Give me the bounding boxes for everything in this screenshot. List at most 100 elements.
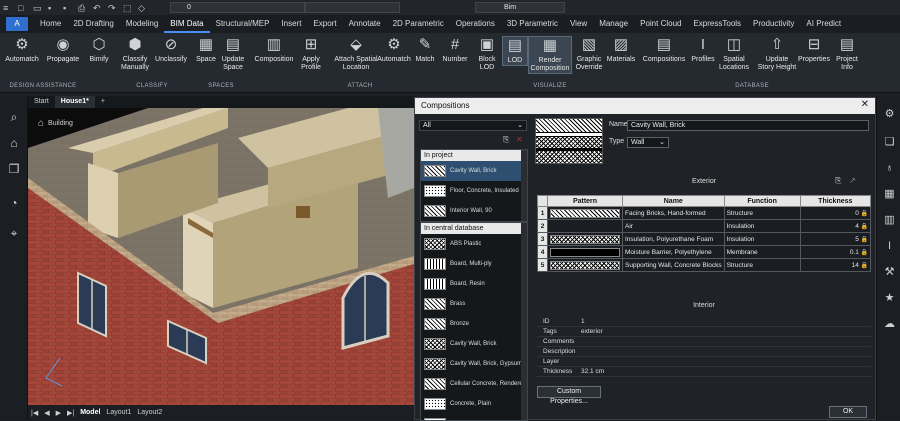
lock-icon[interactable]: 🔒 xyxy=(859,237,868,243)
doc-tab-start[interactable]: Start xyxy=(28,96,55,108)
list-item[interactable]: Cavity Wall, Brick, Gypsum xyxy=(421,354,527,374)
ribbon-button-materials[interactable]: ▨Materials xyxy=(604,36,638,64)
ribbon-button-project-info[interactable]: ▤Project Info xyxy=(832,36,862,72)
sliders-icon[interactable]: ⚙ xyxy=(883,108,896,121)
layer-dropdown[interactable]: 0 xyxy=(170,2,305,13)
undo-icon[interactable]: ↶ xyxy=(93,3,105,13)
lock-icon[interactable]: 🔒 xyxy=(859,250,868,256)
new-composition-icon[interactable]: ⎘ xyxy=(503,135,509,145)
layout-tab-model[interactable]: Model xyxy=(77,409,103,416)
custom-properties-button[interactable]: Custom Properties... xyxy=(537,386,601,398)
saveas-icon[interactable]: ▪ xyxy=(63,3,75,13)
close-icon[interactable]: ✕ xyxy=(861,99,869,110)
table-row[interactable]: 1Facing Bricks, Hand-formedStructure0 🔒 xyxy=(538,207,871,220)
drawing-viewport[interactable]: ⌂ Building xyxy=(28,108,414,405)
list-item[interactable]: Board, Multi-ply xyxy=(421,254,527,274)
lock-icon[interactable]: 🔒 xyxy=(859,211,868,217)
layer-state-icon[interactable]: ◇ xyxy=(138,3,150,13)
ribbon-button-unclassify[interactable]: ⊘Unclassify xyxy=(150,36,192,64)
cloud-icon[interactable]: ☁ xyxy=(883,318,896,331)
ribbon-button-number[interactable]: #Number xyxy=(440,36,470,64)
list-item[interactable]: Cavity Wall, Brick xyxy=(421,161,527,181)
stack-icon[interactable]: ❏ xyxy=(883,136,896,149)
ok-button[interactable]: OK xyxy=(829,406,867,418)
ribbon-button-block-lod[interactable]: ▣Block LOD xyxy=(472,36,502,72)
list-item[interactable]: Bronze xyxy=(421,314,527,334)
scrollbar[interactable] xyxy=(521,223,527,420)
ribbon-button-automatch[interactable]: ⚙Automatch xyxy=(374,36,414,64)
layout-tab-layout2[interactable]: Layout2 xyxy=(134,409,165,416)
grid-icon[interactable]: ▦ xyxy=(883,188,896,201)
ribbon-button-update-story-height[interactable]: ⇧Update Story Height xyxy=(756,36,798,72)
table-row[interactable]: 2AirInsulation4 🔒 xyxy=(538,220,871,233)
workspace-dropdown[interactable]: Bim xyxy=(475,2,565,13)
table-row[interactable]: 3Insulation, Polyurethane FoamInsulation… xyxy=(538,233,871,246)
home-icon[interactable]: ⌂ xyxy=(7,136,21,150)
info-value[interactable]: exterior xyxy=(581,327,603,336)
menu-icon[interactable]: ≡ xyxy=(3,3,15,13)
tab-productivity[interactable]: Productivity xyxy=(747,15,800,33)
tab-ai-predict[interactable]: AI Predict xyxy=(800,15,847,33)
list-item[interactable]: Floor, Concrete, Insulated xyxy=(421,181,527,201)
new-icon[interactable]: □ xyxy=(18,3,30,13)
remove-layer-icon[interactable]: ↗ xyxy=(849,176,856,185)
table-row[interactable]: 5Supporting Wall, Concrete BlocksStructu… xyxy=(538,259,871,272)
library-icon[interactable]: ▥ xyxy=(883,214,896,227)
list-item[interactable]: Cellular Concrete, Rendered xyxy=(421,374,527,394)
tab-modeling[interactable]: Modeling xyxy=(120,15,164,33)
column-icon[interactable]: Ι xyxy=(883,240,896,253)
layers-icon[interactable]: ❐ xyxy=(7,162,21,176)
ribbon-button-render-composition[interactable]: ▦Render Composition xyxy=(528,36,572,74)
layout-tab-layout1[interactable]: Layout1 xyxy=(103,409,134,416)
delete-icon[interactable]: ✕ xyxy=(516,135,523,144)
scrollbar[interactable] xyxy=(521,150,527,221)
lock-icon[interactable]: 🔒 xyxy=(859,263,868,269)
application-button[interactable]: A xyxy=(6,17,28,31)
prev-layout-icon[interactable]: ◀ xyxy=(41,409,52,417)
name-field[interactable]: Cavity Wall, Brick xyxy=(627,120,869,131)
ribbon-button-composition[interactable]: ▥Composition xyxy=(250,36,298,64)
tab-home[interactable]: Home xyxy=(34,15,67,33)
tools-icon[interactable]: ⚒ xyxy=(883,266,896,279)
tab-expresstools[interactable]: ExpressTools xyxy=(687,15,747,33)
pin-icon[interactable]: ⌕ xyxy=(7,110,21,124)
ribbon-button-automatch[interactable]: ⚙Automatch xyxy=(2,36,42,64)
tab-view[interactable]: View xyxy=(564,15,593,33)
list-item[interactable]: Brass xyxy=(421,294,527,314)
ribbon-button-bimify[interactable]: ⬡Bimify xyxy=(84,36,114,64)
tab-manage[interactable]: Manage xyxy=(593,15,634,33)
structure-icon[interactable]: ⌖ xyxy=(7,226,21,240)
filter-dropdown[interactable]: All ⌄ xyxy=(419,120,527,131)
info-value[interactable]: 1 xyxy=(581,317,585,326)
next-layout-icon[interactable]: ▶ xyxy=(53,409,64,417)
lock-icon[interactable]: 🔒 xyxy=(859,224,868,230)
star-icon[interactable]: ★ xyxy=(883,292,896,305)
ribbon-button-profiles[interactable]: IProfiles xyxy=(688,36,718,64)
ribbon-button-apply-profile[interactable]: ⊞Apply Profile xyxy=(294,36,328,72)
tab-point-cloud[interactable]: Point Cloud xyxy=(634,15,687,33)
open-icon[interactable]: ▭ xyxy=(33,3,45,13)
tab-bim-data[interactable]: BIM Data xyxy=(164,15,209,33)
tab-operations[interactable]: Operations xyxy=(450,15,501,33)
type-dropdown[interactable]: Wall ⌄ xyxy=(627,137,669,148)
list-item[interactable]: ABS Plastic xyxy=(421,234,527,254)
ribbon-button-space[interactable]: ▦Space xyxy=(194,36,218,64)
ribbon-button-compositions[interactable]: ▤Compositions xyxy=(640,36,688,64)
tab-annotate[interactable]: Annotate xyxy=(343,15,387,33)
tab-insert[interactable]: Insert xyxy=(275,15,307,33)
ribbon-button-lod[interactable]: ▤LOD xyxy=(502,36,528,66)
list-item[interactable]: Board, Resin xyxy=(421,274,527,294)
tab-3d-parametric[interactable]: 3D Parametric xyxy=(501,15,564,33)
select-icon[interactable]: ⬚ xyxy=(123,3,135,13)
properties-icon[interactable]: ◔ xyxy=(7,196,21,210)
viewport-breadcrumb[interactable]: ⌂ Building xyxy=(38,118,73,129)
tab-export[interactable]: Export xyxy=(307,15,342,33)
last-layout-icon[interactable]: ▶| xyxy=(64,409,77,417)
bulb-icon[interactable]: ♁ xyxy=(883,162,896,175)
info-value[interactable]: 32.1 cm xyxy=(581,367,604,376)
ribbon-button-spatial-locations[interactable]: ◫Spatial Locations xyxy=(716,36,752,72)
add-layer-icon[interactable]: ⎘ xyxy=(835,176,841,186)
ribbon-button-propagate[interactable]: ◉Propagate xyxy=(42,36,84,64)
table-row[interactable]: 4Moisture Barrier, PolyethyleneMembrane0… xyxy=(538,246,871,259)
new-tab-icon[interactable]: + xyxy=(95,96,111,108)
